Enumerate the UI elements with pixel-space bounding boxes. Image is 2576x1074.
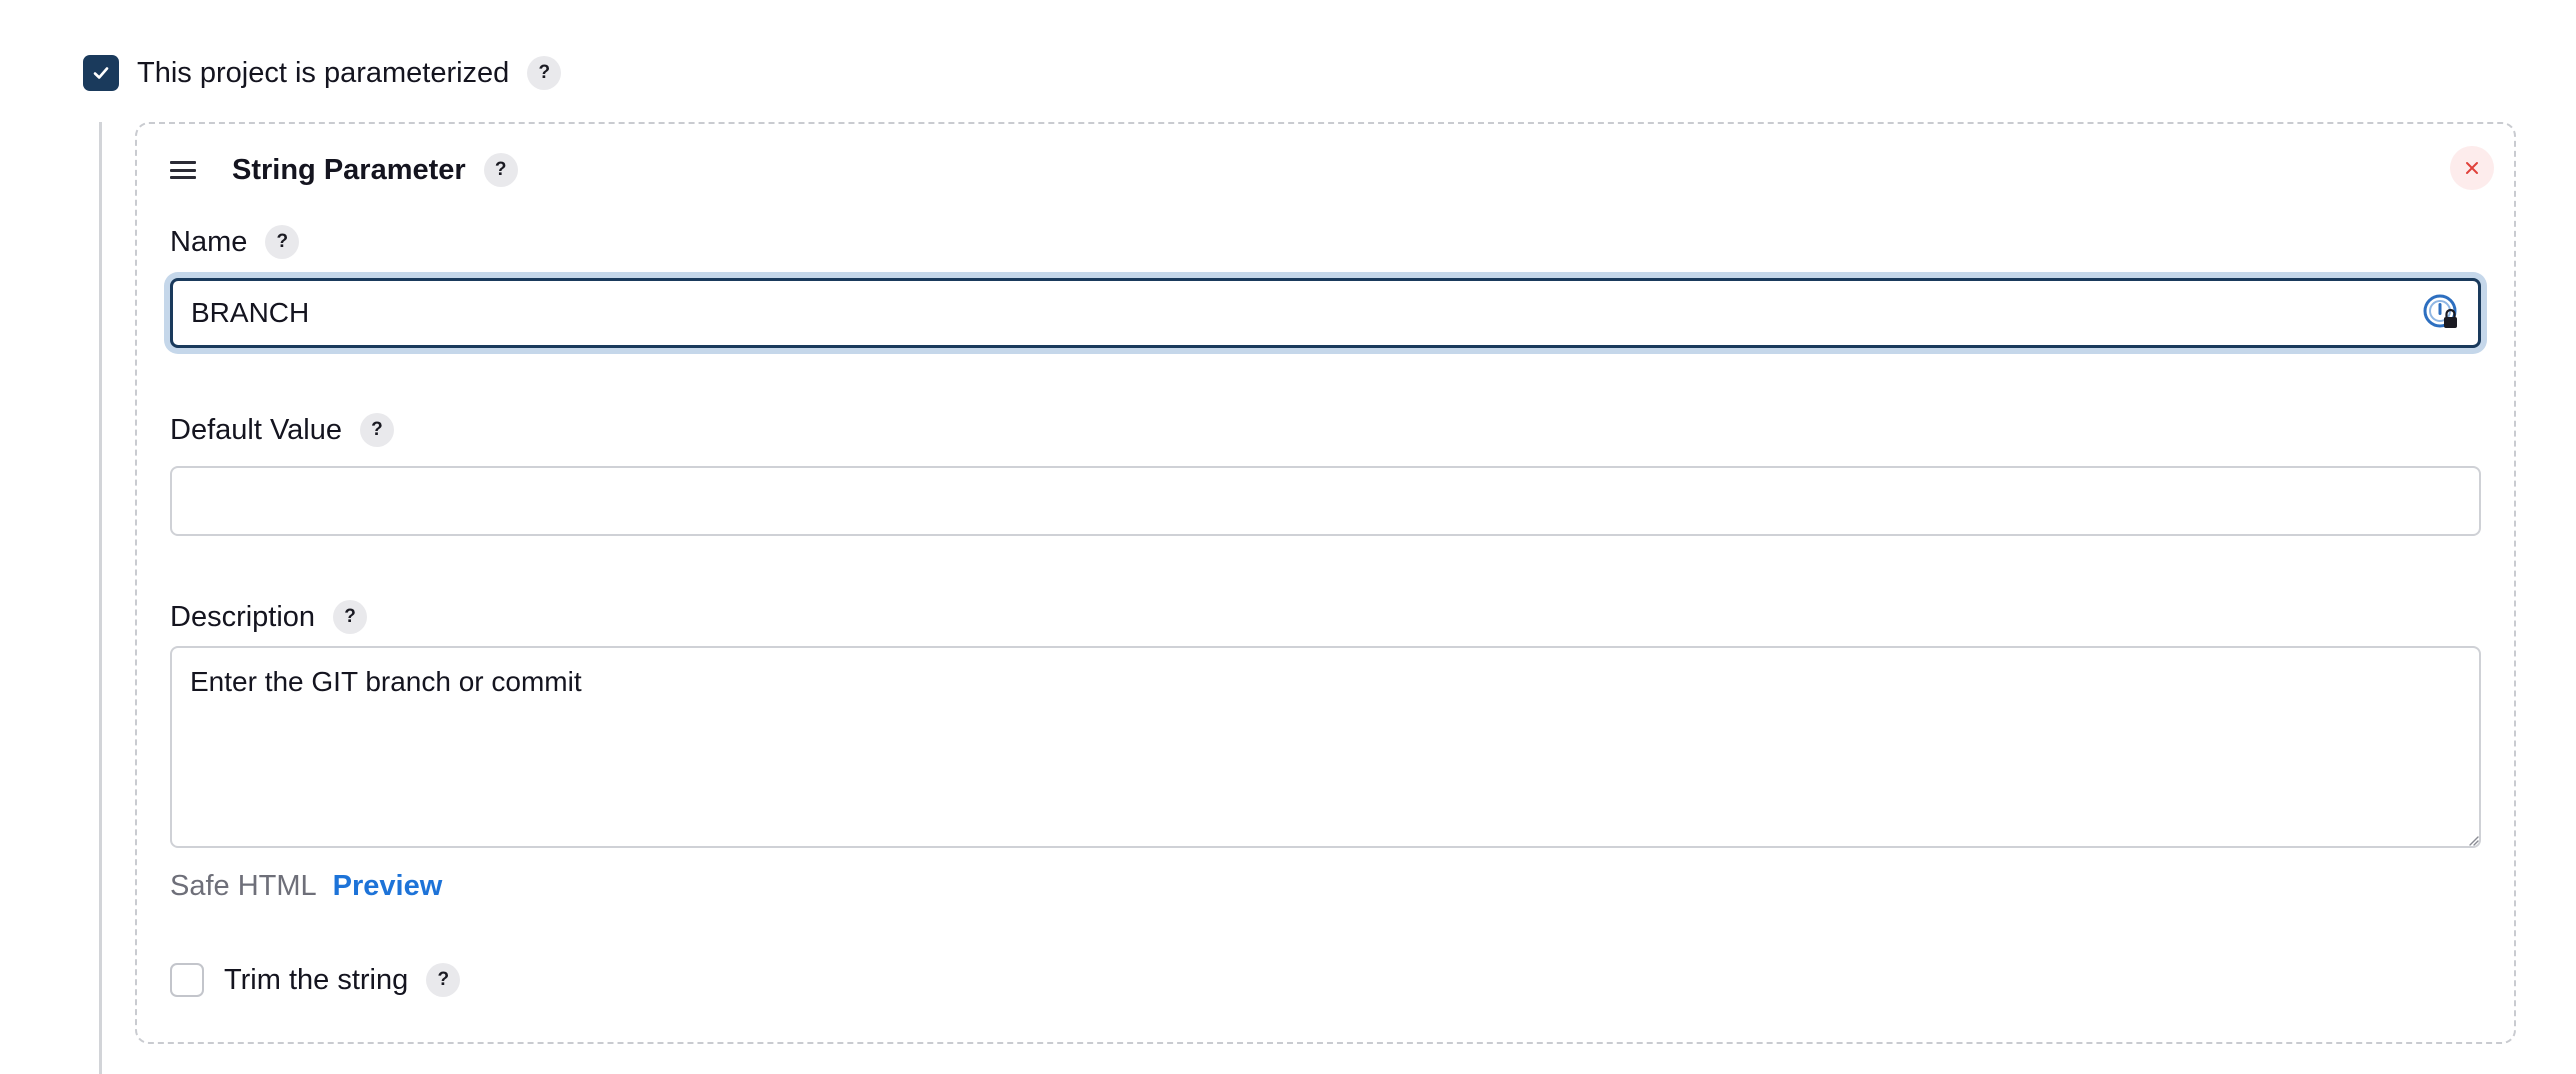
trim-row: Trim the string ? [170,960,461,1000]
card-title: String Parameter [232,153,466,186]
name-label-row: Name ? [170,222,300,262]
string-parameter-card: String Parameter ? Name ? Default Value … [135,122,2516,1044]
checkmark-icon [93,67,109,79]
password-manager-icon[interactable] [2422,293,2462,333]
name-label: Name [170,225,248,258]
description-label-row: Description ? [170,597,368,637]
default-value-input[interactable] [170,466,2481,536]
name-help-icon[interactable]: ? [265,225,300,259]
parameterized-row: This project is parameterized ? [83,54,562,92]
description-textarea[interactable]: Enter the GIT branch or commit [170,646,2481,848]
parameterized-checkbox[interactable] [83,55,119,91]
parameterized-label[interactable]: This project is parameterized [137,57,509,90]
resize-grip-icon[interactable] [2467,834,2479,846]
section-left-rule [99,122,102,1074]
description-label: Description [170,600,316,633]
description-help-icon[interactable]: ? [333,600,368,634]
safe-html-label: Safe HTML [170,869,317,902]
close-icon [2466,162,2478,174]
parameterized-help-icon[interactable]: ? [527,56,562,90]
card-header: String Parameter ? [170,150,518,190]
trim-checkbox[interactable] [170,963,204,997]
drag-handle-icon[interactable] [170,161,196,179]
card-title-help-icon[interactable]: ? [483,153,518,187]
default-value-label-row: Default Value ? [170,410,394,450]
description-format-row: Safe HTML Preview [170,866,442,906]
name-input[interactable] [170,278,2481,348]
parameters-section: This project is parameterized ? String P… [0,0,2576,1074]
default-value-label: Default Value [170,413,342,446]
trim-help-icon[interactable]: ? [426,963,461,997]
default-value-help-icon[interactable]: ? [359,413,394,447]
trim-label[interactable]: Trim the string [224,964,408,997]
delete-parameter-button[interactable] [2450,146,2494,190]
preview-link[interactable]: Preview [333,870,443,903]
